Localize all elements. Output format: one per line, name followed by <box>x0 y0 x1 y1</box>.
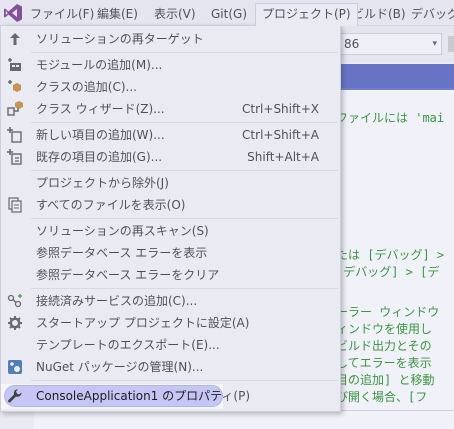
code-comment-line: たは [デバッグ] > <box>336 248 445 262</box>
menu-separator <box>31 288 338 289</box>
menu-bar: ファイル(F) 編集(E) 表示(V) Git(G) プロジェクト(P) ビルド… <box>0 0 454 26</box>
menu-item-label: ソリューションの再スキャン(S) <box>36 224 209 238</box>
wrench-icon <box>7 388 23 404</box>
menu-item-shortcut: Shift+Alt+A <box>247 150 319 164</box>
menu-view[interactable]: 表示(V) <box>148 4 202 24</box>
code-comment-line: ファイルには 'mai <box>336 111 445 125</box>
menu-separator <box>31 170 338 171</box>
menu-item-shortcut: Ctrl+Shift+X <box>242 102 319 116</box>
menu-item-project-properties[interactable]: ConsoleApplication1 のプロパティ(P) <box>2 385 339 407</box>
visual-studio-logo-icon <box>4 4 22 22</box>
editor-divider <box>336 410 454 411</box>
menu-project[interactable]: プロジェクト(P) <box>255 3 358 26</box>
gear-icon <box>7 315 23 331</box>
menu-separator <box>31 52 338 53</box>
menu-item-label: 接続済みサービスの追加(C)... <box>36 294 198 308</box>
project-menu: ソリューションの再ターゲット モジュールの追加(M)... クラスの追加(C).… <box>0 25 341 412</box>
add-class-icon <box>7 79 23 95</box>
menu-git[interactable]: Git(G) <box>205 4 253 24</box>
nuget-icon <box>7 359 23 375</box>
add-module-icon <box>7 57 23 73</box>
menu-item-add-class[interactable]: クラスの追加(C)... <box>2 76 339 98</box>
menu-item-class-wizard[interactable]: クラス ウィザード(Z)... Ctrl+Shift+X <box>2 98 339 120</box>
menu-item-add-module[interactable]: モジュールの追加(M)... <box>2 54 339 76</box>
menu-item-manage-nuget[interactable]: NuGet パッケージの管理(N)... <box>2 356 339 378</box>
platform-combo[interactable]: 86 ▾ <box>340 33 442 55</box>
menu-item-label: テンプレートのエクスポート(E)... <box>36 338 220 352</box>
show-all-files-icon <box>7 197 23 213</box>
menu-item-show-all-files[interactable]: すべてのファイルを表示(O) <box>2 194 339 216</box>
menu-item-label: 参照データベース エラーを表示 <box>36 246 208 260</box>
menu-item-add-existing-item[interactable]: 既存の項目の追加(G)... Shift+Alt+A <box>2 146 339 168</box>
menu-item-label: スタートアップ プロジェクトに設定(A) <box>36 316 250 330</box>
menu-item-add-connected-service[interactable]: 接続済みサービスの追加(C)... <box>2 290 339 312</box>
menu-item-export-template[interactable]: テンプレートのエクスポート(E)... <box>2 334 339 356</box>
menu-item-show-browse-db-errors[interactable]: 参照データベース エラーを表示 <box>2 242 339 264</box>
menu-item-label: プロジェクトから除外(J) <box>36 176 169 190</box>
menu-edit[interactable]: 編集(E) <box>91 4 144 24</box>
toolbar-button[interactable] <box>448 36 454 52</box>
menu-item-label: NuGet パッケージの管理(N)... <box>36 360 204 374</box>
menu-item-retarget-solution[interactable]: ソリューションの再ターゲット <box>2 28 339 50</box>
menu-item-add-new-item[interactable]: 新しい項目の追加(W)... Ctrl+Shift+A <box>2 124 339 146</box>
menu-item-label: 参照データベース エラーをクリア <box>36 268 220 282</box>
menu-item-label: クラス ウィザード(Z)... <box>36 102 165 116</box>
menu-separator <box>31 122 338 123</box>
menu-item-set-startup-project[interactable]: スタートアップ プロジェクトに設定(A) <box>2 312 339 334</box>
menu-item-label: クラスの追加(C)... <box>36 80 137 94</box>
menu-debug[interactable]: デバッグ( <box>405 4 454 24</box>
menu-item-exclude-from-project[interactable]: プロジェクトから除外(J) <box>2 172 339 194</box>
up-arrow-icon <box>7 31 23 47</box>
menu-separator <box>31 218 338 219</box>
chevron-down-icon: ▾ <box>432 39 437 49</box>
code-comment-line: 目の追加] と移動 <box>336 373 435 387</box>
menu-item-label: ConsoleApplication1 のプロパティ(P) <box>36 389 251 403</box>
existing-item-icon <box>7 149 23 165</box>
new-item-icon <box>7 127 23 143</box>
code-comment-line: してエラーを表示 <box>336 356 432 370</box>
menu-item-rescan-solution[interactable]: ソリューションの再スキャン(S) <box>2 220 339 242</box>
code-comment-line: ビルド出力とその <box>336 339 432 353</box>
code-comment-line: ィンドウを使用し <box>336 322 433 336</box>
code-comment-line: ーラー ウィンドウ <box>336 305 440 319</box>
menu-item-label: 新しい項目の追加(W)... <box>36 128 165 142</box>
menu-item-shortcut: Ctrl+Shift+A <box>242 128 319 142</box>
code-comment-line: [デバッグ] > [デ <box>336 265 440 279</box>
platform-combo-value: 86 <box>344 37 360 51</box>
menu-file[interactable]: ファイル(F) <box>24 4 100 24</box>
class-wizard-icon <box>7 101 23 117</box>
menu-item-clear-browse-db-errors[interactable]: 参照データベース エラーをクリア <box>2 264 339 286</box>
connected-service-icon <box>7 293 23 309</box>
menu-item-label: ソリューションの再ターゲット <box>36 32 204 46</box>
code-comment-line: び開く場合、[フ <box>336 390 428 404</box>
menu-item-label: モジュールの追加(M)... <box>36 58 163 72</box>
menu-item-label: すべてのファイルを表示(O) <box>36 198 186 212</box>
menu-item-label: 既存の項目の追加(G)... <box>36 150 163 164</box>
menu-separator <box>31 380 338 381</box>
